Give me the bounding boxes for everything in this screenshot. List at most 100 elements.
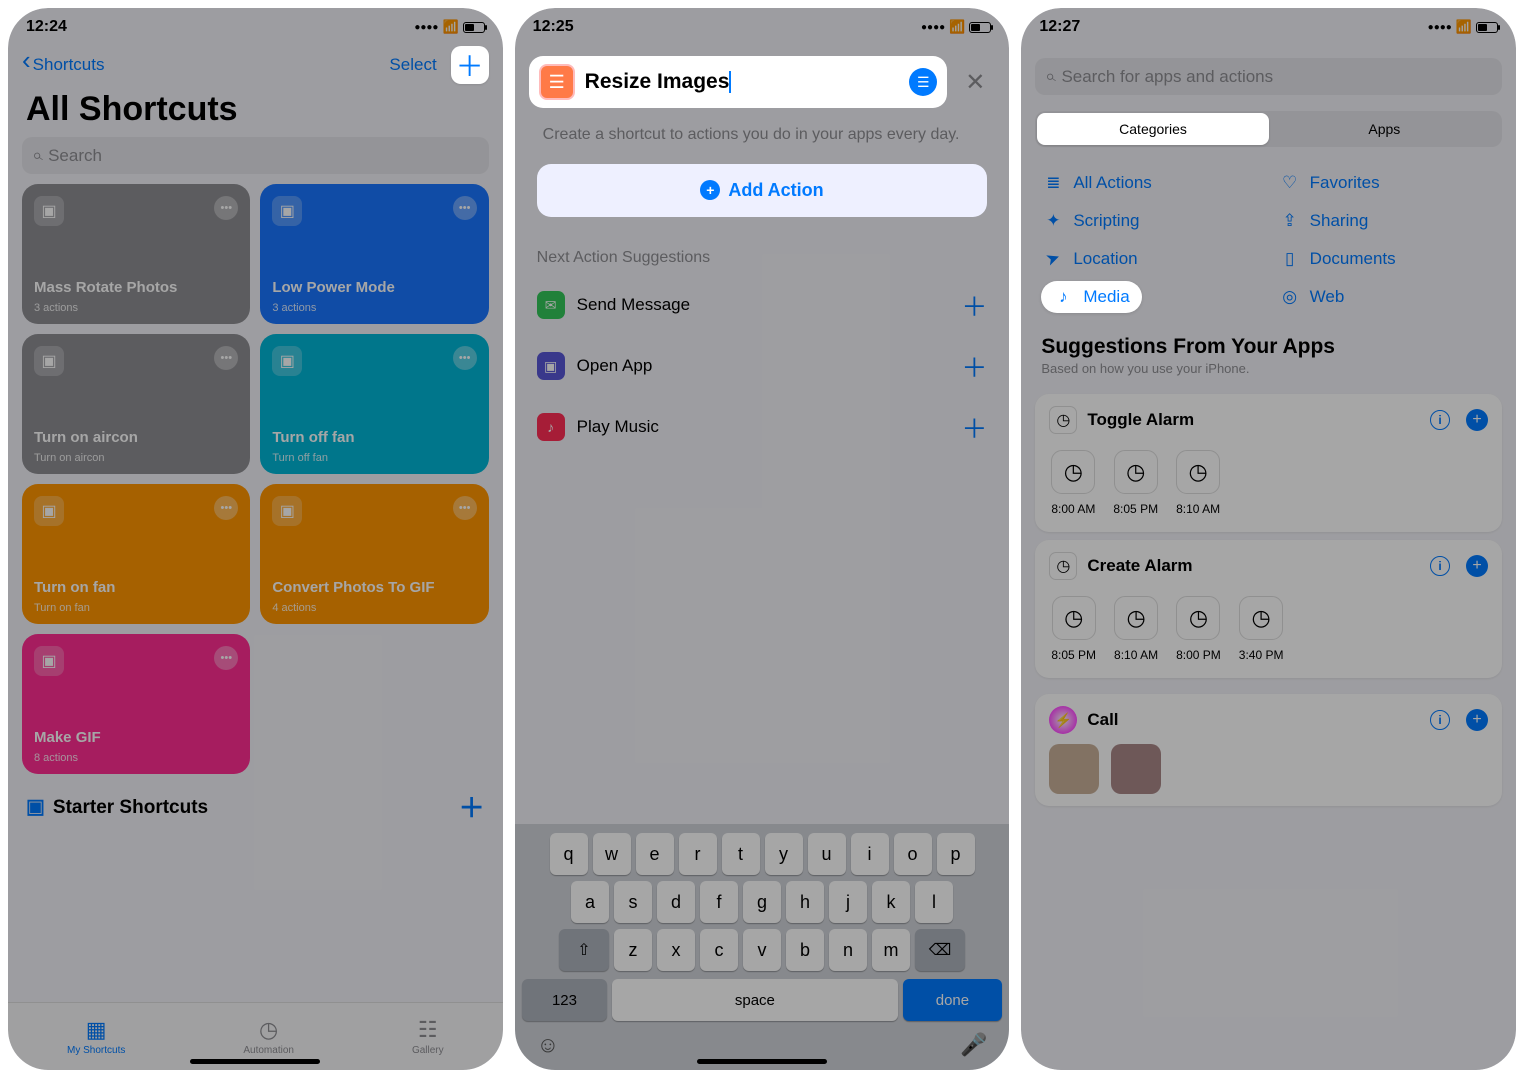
close-button[interactable]: ✕	[955, 68, 995, 97]
key-r[interactable]: r	[679, 833, 717, 875]
shortcut-name-input[interactable]: Resize Images	[585, 70, 900, 94]
shortcut-card[interactable]: ▣ ••• Turn off fan Turn off fan	[260, 334, 488, 474]
tab-automation[interactable]: ◷Automation	[243, 1017, 294, 1056]
alarm-chip[interactable]: ◷8:10 AM	[1176, 450, 1220, 516]
search-input[interactable]: Search	[22, 137, 489, 174]
category-media[interactable]: Media	[1041, 281, 1141, 313]
alarm-chip[interactable]: ◷8:00 AM	[1051, 450, 1095, 516]
category-sharing[interactable]: Sharing	[1278, 205, 1496, 237]
key-n[interactable]: n	[829, 929, 867, 971]
key-i[interactable]: i	[851, 833, 889, 875]
key-p[interactable]: p	[937, 833, 975, 875]
add-button[interactable]: +	[1466, 555, 1488, 577]
add-action-button[interactable]: + Add Action	[537, 164, 988, 217]
key-k[interactable]: k	[872, 881, 910, 923]
search-input[interactable]: Search for apps and actions	[1035, 58, 1502, 95]
add-suggestion-button[interactable]: ＋	[961, 287, 987, 324]
suggestion-row[interactable]: ▣Open App＋	[515, 336, 1010, 397]
key-s[interactable]: s	[614, 881, 652, 923]
home-indicator[interactable]	[697, 1059, 827, 1064]
key-d[interactable]: d	[657, 881, 695, 923]
key-h[interactable]: h	[786, 881, 824, 923]
segment-categories[interactable]: Categories	[1037, 113, 1268, 145]
tab-my-shortcuts[interactable]: ▦My Shortcuts	[67, 1017, 125, 1056]
alarm-chip[interactable]: ◷8:05 PM	[1113, 450, 1158, 516]
emoji-key[interactable]: ☺	[537, 1032, 559, 1058]
key-o[interactable]: o	[894, 833, 932, 875]
shortcut-card[interactable]: ▣ ••• Make GIF 8 actions	[22, 634, 250, 774]
suggestion-row[interactable]: ✉Send Message＋	[515, 275, 1010, 336]
alarm-chip[interactable]: ◷8:00 PM	[1176, 596, 1221, 662]
more-button[interactable]: •••	[453, 496, 477, 520]
suggestion-card[interactable]: ◷Toggle Alarmi+◷8:00 AM◷8:05 PM◷8:10 AM	[1035, 394, 1502, 532]
info-button[interactable]: i	[1430, 710, 1450, 730]
key-z[interactable]: z	[614, 929, 652, 971]
settings-button[interactable]: ☰	[909, 68, 937, 96]
category-web[interactable]: Web	[1278, 281, 1496, 313]
shortcut-card[interactable]: ▣ ••• Low Power Mode 3 actions	[260, 184, 488, 324]
key-m[interactable]: m	[872, 929, 910, 971]
alarm-chip[interactable]: ◷3:40 PM	[1239, 596, 1284, 662]
select-button[interactable]: Select	[389, 55, 436, 75]
key-f[interactable]: f	[700, 881, 738, 923]
info-button[interactable]: i	[1430, 410, 1450, 430]
new-shortcut-button[interactable]: ＋	[451, 46, 489, 84]
more-button[interactable]: •••	[453, 196, 477, 220]
key-l[interactable]: l	[915, 881, 953, 923]
key-c[interactable]: c	[700, 929, 738, 971]
segment-apps[interactable]: Apps	[1269, 113, 1500, 145]
add-button[interactable]: +	[1466, 409, 1488, 431]
more-button[interactable]: •••	[214, 196, 238, 220]
more-button[interactable]: •••	[214, 496, 238, 520]
key-g[interactable]: g	[743, 881, 781, 923]
key-b[interactable]: b	[786, 929, 824, 971]
add-button[interactable]: +	[1466, 709, 1488, 731]
suggestion-row[interactable]: ♪Play Music＋	[515, 397, 1010, 458]
suggestion-card-call[interactable]: Call i +	[1035, 694, 1502, 806]
category-scripting[interactable]: Scripting	[1041, 205, 1259, 237]
more-button[interactable]: •••	[214, 346, 238, 370]
key-x[interactable]: x	[657, 929, 695, 971]
category-location[interactable]: Location	[1041, 243, 1259, 275]
shortcut-card[interactable]: ▣ ••• Turn on fan Turn on fan	[22, 484, 250, 624]
alarm-chip[interactable]: ◷8:10 AM	[1114, 596, 1158, 662]
key-u[interactable]: u	[808, 833, 846, 875]
plus-icon[interactable]: ＋	[459, 788, 485, 825]
clock-icon: ◷	[1176, 450, 1220, 494]
back-button[interactable]: Shortcuts	[22, 55, 104, 75]
category-all-actions[interactable]: All Actions	[1041, 167, 1259, 199]
key-space[interactable]: space	[612, 979, 897, 1021]
add-suggestion-button[interactable]: ＋	[961, 348, 987, 385]
category-favorites[interactable]: Favorites	[1278, 167, 1496, 199]
info-button[interactable]: i	[1430, 556, 1450, 576]
key-a[interactable]: a	[571, 881, 609, 923]
key-y[interactable]: y	[765, 833, 803, 875]
suggestion-card[interactable]: ◷Create Alarmi+◷8:05 PM◷8:10 AM◷8:00 PM◷…	[1035, 540, 1502, 678]
more-button[interactable]: •••	[453, 346, 477, 370]
category-documents[interactable]: Documents	[1278, 243, 1496, 275]
shortcut-card[interactable]: ▣ ••• Mass Rotate Photos 3 actions	[22, 184, 250, 324]
shortcut-card[interactable]: ▣ ••• Turn on aircon Turn on aircon	[22, 334, 250, 474]
key-j[interactable]: j	[829, 881, 867, 923]
key-w[interactable]: w	[593, 833, 631, 875]
key-v[interactable]: v	[743, 929, 781, 971]
add-suggestion-button[interactable]: ＋	[961, 409, 987, 446]
shortcut-card[interactable]: ▣ ••• Convert Photos To GIF 4 actions	[260, 484, 488, 624]
alarm-chip[interactable]: ◷8:05 PM	[1051, 596, 1096, 662]
key-backspace[interactable]: ⌫	[915, 929, 965, 971]
more-button[interactable]: •••	[214, 646, 238, 670]
keyboard: qwertyuiop asdfghjkl ⇧zxcvbnm⌫ 123 space d…	[515, 824, 1010, 1070]
tab-gallery[interactable]: ☷Gallery	[412, 1017, 444, 1056]
key-t[interactable]: t	[722, 833, 760, 875]
avatar[interactable]	[1049, 744, 1099, 794]
avatar[interactable]	[1111, 744, 1161, 794]
key-e[interactable]: e	[636, 833, 674, 875]
mic-key[interactable]: 🎤	[960, 1032, 987, 1058]
folder-row[interactable]: ▣Starter Shortcuts ＋	[8, 774, 503, 839]
key-done[interactable]: done	[903, 979, 1003, 1021]
shortcut-icon[interactable]	[539, 64, 575, 100]
home-indicator[interactable]	[190, 1059, 320, 1064]
key-shift[interactable]: ⇧	[559, 929, 609, 971]
key-q[interactable]: q	[550, 833, 588, 875]
key-123[interactable]: 123	[522, 979, 608, 1021]
